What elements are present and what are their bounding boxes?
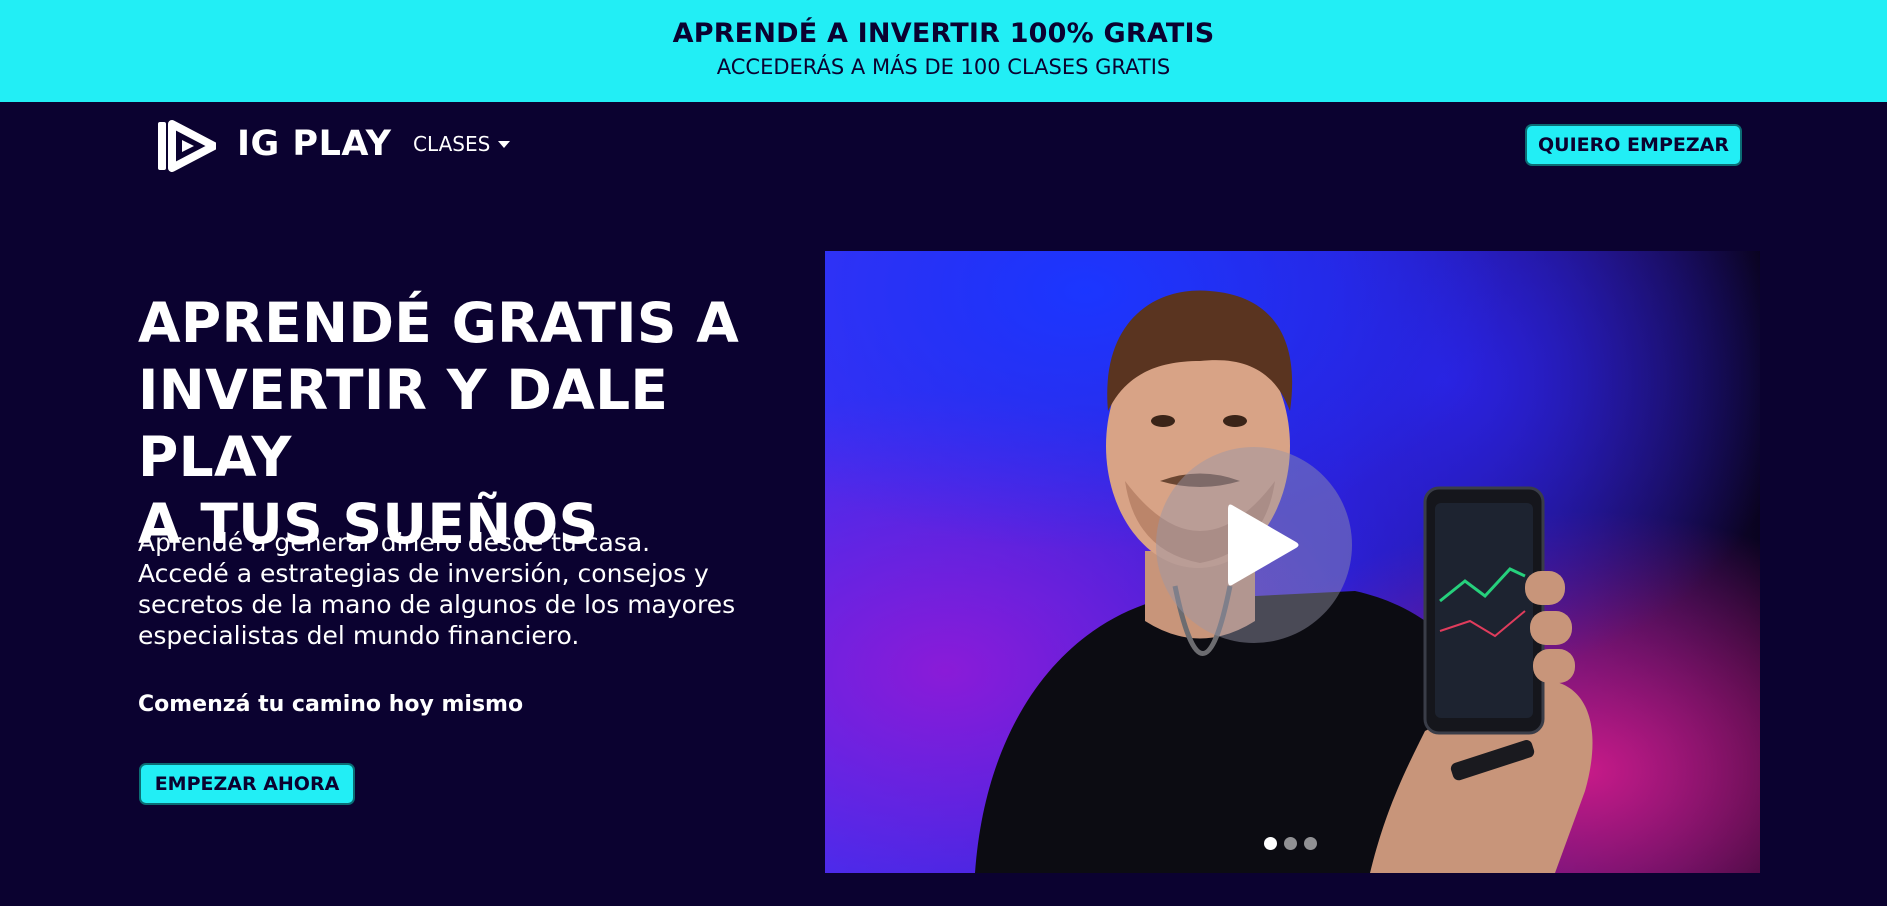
promo-subtitle: ACCEDERÁS A MÁS DE 100 CLASES GRATIS — [716, 55, 1171, 79]
carousel-dot-3[interactable] — [1304, 837, 1317, 850]
play-button[interactable] — [1156, 447, 1352, 643]
brand-name[interactable]: IG PLAY — [237, 124, 391, 164]
hero-tagline: Comenzá tu camino hoy mismo — [138, 692, 524, 717]
carousel-indicators — [1264, 837, 1317, 850]
hero-description-line: Aprendé a generar dinero desde tu casa. — [138, 528, 651, 557]
ig-play-logo-icon[interactable] — [158, 120, 216, 172]
empezar-ahora-button[interactable]: EMPEZAR AHORA — [139, 763, 355, 805]
video-carousel[interactable] — [825, 251, 1760, 873]
hero-title: APRENDÉ GRATIS A INVERTIR Y DALE PLAY A … — [138, 290, 788, 558]
clases-dropdown[interactable]: CLASES — [413, 132, 511, 156]
hero-title-line: APRENDÉ GRATIS A — [138, 291, 740, 355]
hero-description: Aprendé a generar dinero desde tu casa. … — [138, 527, 778, 651]
hero-description-line: especialistas del mundo financiero. — [138, 621, 580, 650]
clases-dropdown-label: CLASES — [413, 132, 491, 156]
promo-banner: APRENDÉ A INVERTIR 100% GRATIS ACCEDERÁS… — [0, 0, 1887, 102]
quiero-empezar-button[interactable]: QUIERO EMPEZAR — [1525, 124, 1742, 166]
hero-description-line: secretos de la mano de algunos de los ma… — [138, 590, 736, 619]
carousel-dot-2[interactable] — [1284, 837, 1297, 850]
navbar: IG PLAY CLASES QUIERO EMPEZAR — [0, 102, 1887, 187]
carousel-dot-1[interactable] — [1264, 837, 1277, 850]
play-icon — [1228, 504, 1299, 586]
caret-down-icon — [498, 140, 511, 148]
hero-title-line: INVERTIR Y DALE PLAY — [138, 358, 669, 489]
promo-title: APRENDÉ A INVERTIR 100% GRATIS — [672, 18, 1215, 49]
hero-description-line: Accedé a estrategias de inversión, conse… — [138, 559, 709, 588]
